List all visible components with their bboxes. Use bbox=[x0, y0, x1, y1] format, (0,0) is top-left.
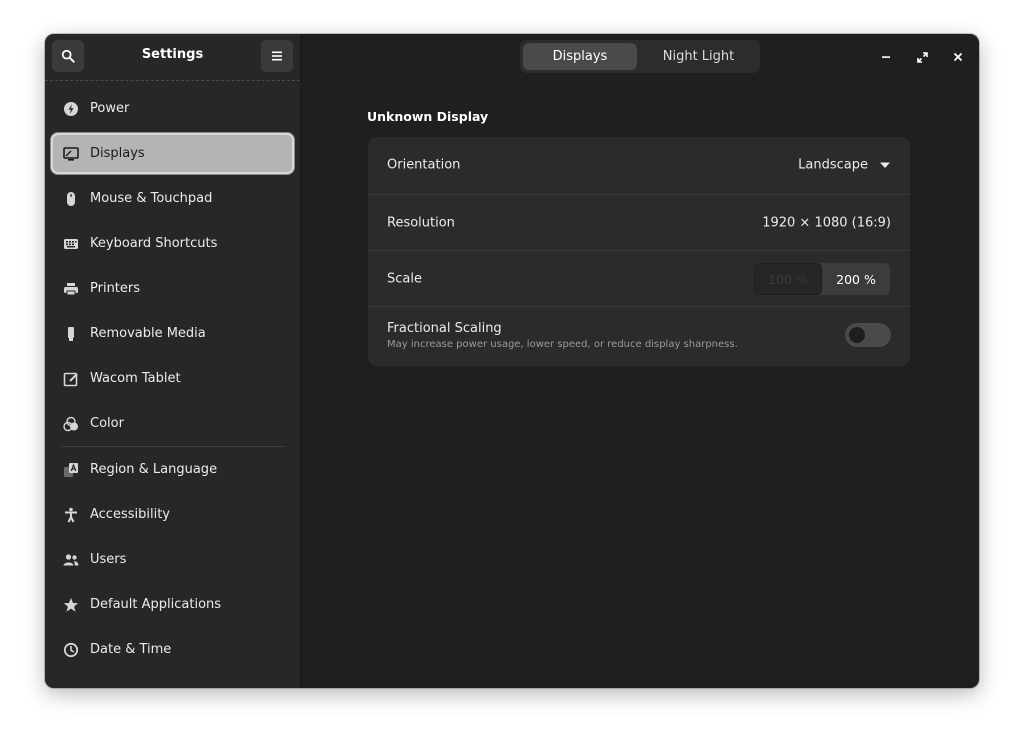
power-icon bbox=[63, 101, 79, 117]
resolution-label: Resolution bbox=[387, 215, 455, 231]
sidebar: Settings Power Displays Mouse & Touchpad… bbox=[45, 34, 301, 688]
sidebar-item-removable-media[interactable]: Removable Media bbox=[51, 313, 294, 354]
minimize-icon bbox=[882, 56, 890, 58]
headerbar: Displays Night Light bbox=[301, 34, 979, 80]
mouse-icon bbox=[63, 191, 79, 207]
users-icon bbox=[63, 552, 79, 568]
tab-night-light[interactable]: Night Light bbox=[640, 43, 757, 70]
sidebar-item-date-time[interactable]: Date & Time bbox=[51, 629, 294, 670]
sidebar-nav: Power Displays Mouse & Touchpad Keyboard… bbox=[51, 88, 294, 674]
fractional-scaling-switch[interactable] bbox=[845, 323, 891, 347]
sidebar-item-accessibility[interactable]: Accessibility bbox=[51, 494, 294, 535]
tablet-icon bbox=[63, 371, 79, 387]
sidebar-header: Settings bbox=[45, 34, 300, 81]
scale-100-button[interactable]: 100 % bbox=[754, 263, 822, 295]
sidebar-item-default-applications[interactable]: Default Applications bbox=[51, 584, 294, 625]
resolution-value: 1920 × 1080 (16:9) bbox=[762, 215, 891, 231]
sidebar-separator bbox=[61, 446, 286, 447]
orientation-row: Orientation Landscape bbox=[368, 137, 910, 193]
scale-200-button[interactable]: 200 % bbox=[822, 263, 890, 295]
orientation-dropdown[interactable]: Landscape bbox=[798, 158, 890, 173]
close-button[interactable] bbox=[947, 46, 969, 68]
sidebar-item-color[interactable]: Color bbox=[51, 403, 294, 444]
hamburger-menu-icon bbox=[272, 51, 282, 61]
sidebar-item-power[interactable]: Power bbox=[51, 88, 294, 129]
view-switcher: Displays Night Light bbox=[520, 40, 760, 73]
scale-label: Scale bbox=[387, 271, 422, 287]
maximize-button[interactable] bbox=[911, 46, 933, 68]
main-menu-button[interactable] bbox=[261, 40, 293, 72]
resolution-row: Resolution 1920 × 1080 (16:9) bbox=[368, 194, 910, 251]
fractional-scaling-label: Fractional Scaling bbox=[387, 321, 502, 336]
fractional-scaling-row: Fractional Scaling May increase power us… bbox=[368, 306, 910, 366]
sidebar-item-wacom-tablet[interactable]: Wacom Tablet bbox=[51, 358, 294, 399]
tab-displays[interactable]: Displays bbox=[523, 43, 637, 70]
clock-icon bbox=[63, 642, 79, 658]
display-section-title: Unknown Display bbox=[367, 109, 489, 124]
orientation-value: Landscape bbox=[798, 157, 868, 173]
display-icon bbox=[63, 146, 79, 162]
sidebar-item-printers[interactable]: Printers bbox=[51, 268, 294, 309]
sidebar-item-users[interactable]: Users bbox=[51, 539, 294, 580]
display-settings-card: Orientation Landscape Resolution 1920 × … bbox=[368, 137, 910, 366]
keyboard-icon bbox=[63, 236, 79, 252]
language-icon bbox=[63, 462, 79, 478]
orientation-label: Orientation bbox=[387, 157, 461, 173]
fractional-scaling-description: May increase power usage, lower speed, o… bbox=[387, 339, 738, 350]
sidebar-item-mouse-touchpad[interactable]: Mouse & Touchpad bbox=[51, 178, 294, 219]
color-icon bbox=[63, 416, 79, 432]
printer-icon bbox=[63, 281, 79, 297]
usb-drive-icon bbox=[63, 326, 79, 342]
sidebar-item-region-language[interactable]: Region & Language bbox=[51, 449, 294, 490]
scale-toggle-group: 100 % 200 % bbox=[754, 263, 890, 295]
switch-knob bbox=[849, 327, 865, 343]
close-icon bbox=[953, 52, 963, 62]
settings-window: Settings Power Displays Mouse & Touchpad… bbox=[45, 34, 979, 688]
sidebar-item-keyboard-shortcuts[interactable]: Keyboard Shortcuts bbox=[51, 223, 294, 264]
sidebar-item-displays[interactable]: Displays bbox=[51, 133, 294, 174]
dropdown-arrow-icon bbox=[880, 162, 890, 168]
minimize-button[interactable] bbox=[875, 46, 897, 68]
maximize-icon bbox=[916, 51, 928, 63]
star-icon bbox=[63, 597, 79, 613]
accessibility-icon bbox=[63, 507, 79, 523]
scale-row: Scale 100 % 200 % bbox=[368, 250, 910, 307]
